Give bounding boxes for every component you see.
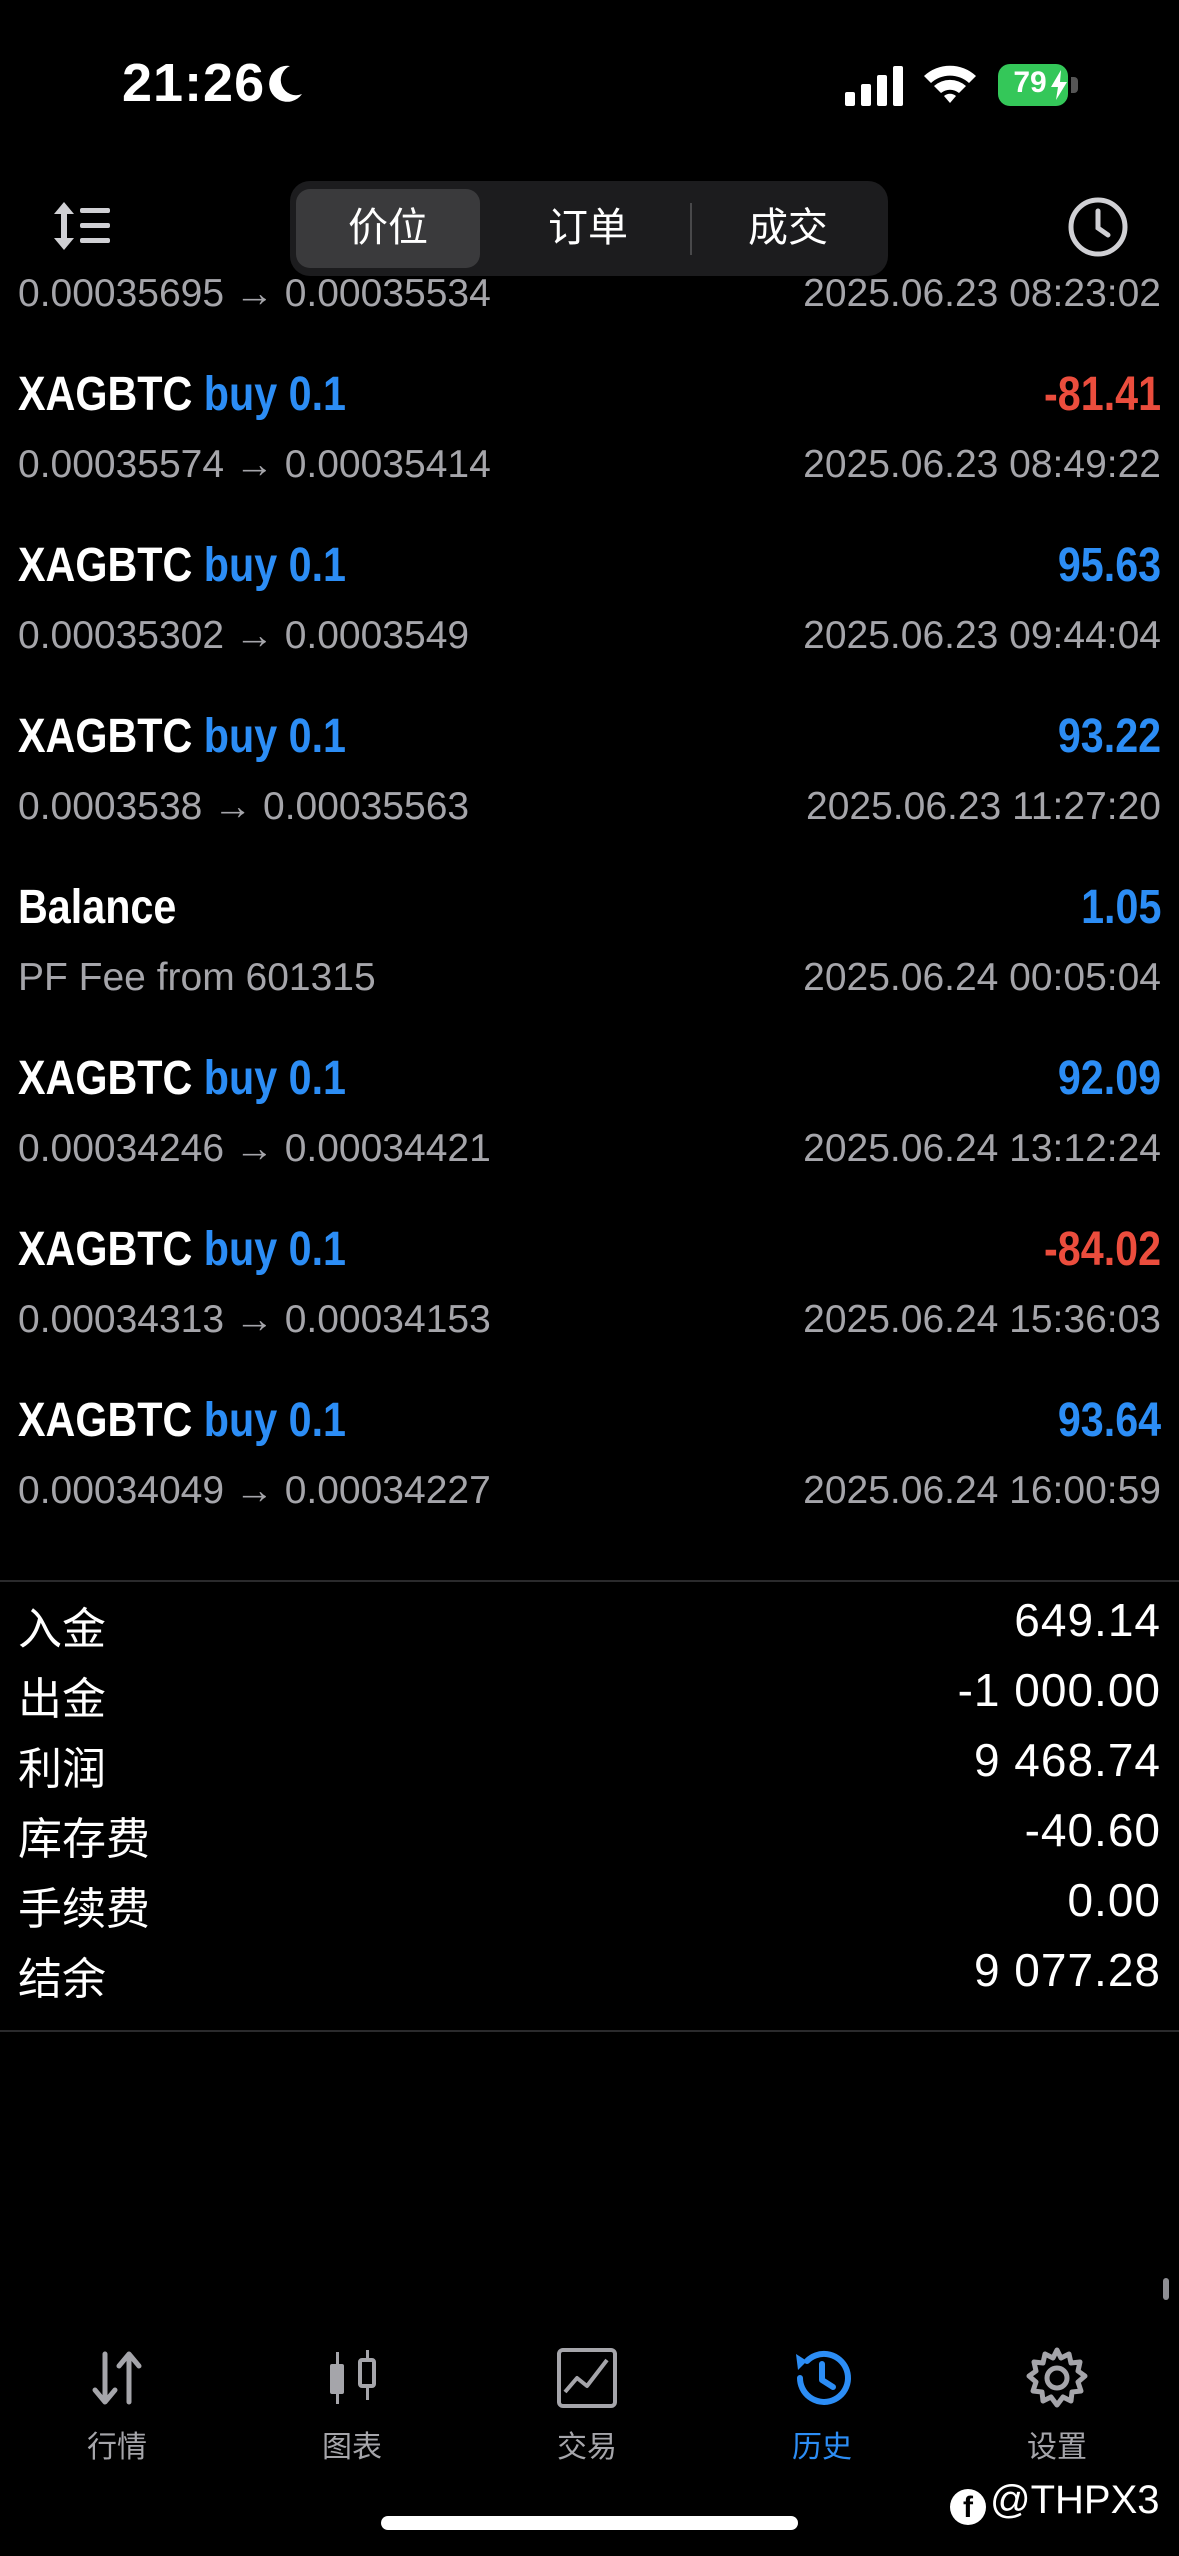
summary-row-profit: 利润 9 468.74 bbox=[0, 1725, 1179, 1795]
tab-chart[interactable]: 图表 bbox=[272, 2334, 432, 2464]
deal-comment: PF Fee from 601315 bbox=[18, 956, 376, 999]
balance-row[interactable]: Balance 1.05 PF Fee from 601315 2025.06.… bbox=[0, 872, 1179, 1043]
trade-chart-icon bbox=[557, 2348, 617, 2408]
deal-prices: 0.00034313 → 0.00034153 bbox=[18, 1298, 491, 1341]
summary-row-commission: 手续费 0.00 bbox=[0, 1865, 1179, 1935]
deal-prices: 0.00034246 → 0.00034421 bbox=[18, 1127, 491, 1170]
segmented-control: 价位 订单 成交 bbox=[290, 181, 888, 276]
facebook-icon: f bbox=[950, 2489, 986, 2525]
deal-direction: buy 0.1 bbox=[203, 368, 347, 421]
segment-positions[interactable]: 价位 bbox=[296, 189, 480, 268]
deal-row[interactable]: XAGBTC buy 0.1 95.63 0.00035302 → 0.0003… bbox=[0, 530, 1179, 701]
candlestick-icon bbox=[330, 2350, 376, 2404]
segment-divider bbox=[690, 203, 692, 255]
deal-prices: 0.00034049 → 0.00034227 bbox=[18, 1469, 491, 1512]
summary-divider-top bbox=[0, 1580, 1179, 1582]
tab-label: 行情 bbox=[87, 2431, 147, 2464]
deal-date: 2025.06.24 15:36:03 bbox=[803, 1298, 1161, 1341]
deal-direction: buy 0.1 bbox=[203, 1223, 347, 1276]
tab-label: 历史 bbox=[792, 2431, 852, 2464]
history-icon bbox=[796, 2350, 851, 2405]
status-time: 21:26 bbox=[122, 53, 266, 113]
watermark: f @THPX3 bbox=[950, 2478, 1160, 2525]
summary-label: 手续费 bbox=[18, 1885, 150, 1934]
summary-value: -40.60 bbox=[1024, 1804, 1161, 1856]
deal-row[interactable]: 0.00035695 → 0.00035534 2025.06.23 08:23… bbox=[0, 270, 1179, 359]
deal-symbol: XAGBTC bbox=[18, 1052, 193, 1105]
deal-symbol: XAGBTC bbox=[18, 539, 193, 592]
summary-label: 结余 bbox=[18, 1955, 106, 2004]
tab-quotes[interactable]: 行情 bbox=[37, 2334, 197, 2464]
summary-row-deposit: 入金 649.14 bbox=[0, 1585, 1179, 1655]
summary-row-balance: 结余 9 077.28 bbox=[0, 1935, 1179, 2005]
tab-label: 设置 bbox=[1027, 2431, 1087, 2464]
cellular-signal-icon bbox=[845, 66, 903, 106]
deal-row[interactable]: XAGBTC buy 0.1 92.09 0.00034246 → 0.0003… bbox=[0, 1043, 1179, 1214]
deal-profit: 1.05 bbox=[1080, 881, 1161, 934]
deal-profit: -81.41 bbox=[1043, 368, 1161, 421]
sort-icon[interactable] bbox=[50, 198, 114, 254]
home-indicator[interactable] bbox=[381, 2516, 798, 2530]
wifi-icon bbox=[924, 65, 976, 103]
summary-label: 入金 bbox=[18, 1605, 106, 1654]
tab-trade[interactable]: 交易 bbox=[507, 2334, 667, 2464]
battery-indicator: 79 bbox=[998, 64, 1080, 108]
deal-date: 2025.06.24 16:00:59 bbox=[803, 1469, 1161, 1512]
gear-icon bbox=[1026, 2347, 1088, 2408]
tab-history[interactable]: 历史 bbox=[742, 2334, 902, 2464]
watermark-text: @THPX3 bbox=[990, 2478, 1160, 2522]
deal-row[interactable]: XAGBTC buy 0.1 -81.41 0.00035574 → 0.000… bbox=[0, 359, 1179, 530]
deal-direction: buy 0.1 bbox=[203, 710, 347, 763]
deal-profit: 95.63 bbox=[1057, 539, 1161, 592]
tab-settings[interactable]: 设置 bbox=[977, 2334, 1137, 2464]
deal-row[interactable]: XAGBTC buy 0.1 93.64 0.00034049 → 0.0003… bbox=[0, 1385, 1179, 1556]
tab-label: 交易 bbox=[557, 2431, 617, 2464]
scroll-indicator[interactable] bbox=[1163, 2278, 1169, 2300]
summary-label: 库存费 bbox=[18, 1815, 150, 1864]
summary-value: 0.00 bbox=[1067, 1874, 1161, 1926]
deal-prices: 0.00035574 → 0.00035414 bbox=[18, 443, 491, 486]
deal-date: 2025.06.23 08:49:22 bbox=[803, 443, 1161, 486]
deal-profit: 93.22 bbox=[1057, 710, 1161, 763]
deal-symbol: XAGBTC bbox=[18, 1223, 193, 1276]
tab-label: 图表 bbox=[322, 2431, 382, 2464]
deal-prices: 0.00035695 → 0.00035534 bbox=[18, 272, 491, 315]
summary-value: 9 077.28 bbox=[973, 1944, 1161, 1996]
summary-label: 利润 bbox=[18, 1745, 106, 1794]
deal-profit: -84.02 bbox=[1043, 1223, 1161, 1276]
summary-value: -1 000.00 bbox=[957, 1664, 1161, 1716]
moon-icon bbox=[269, 65, 302, 102]
deal-symbol: XAGBTC bbox=[18, 1394, 193, 1447]
deal-direction: buy 0.1 bbox=[203, 1052, 347, 1105]
charging-bolt-icon bbox=[1051, 70, 1067, 100]
deal-row[interactable]: XAGBTC buy 0.1 -84.02 0.00034313 → 0.000… bbox=[0, 1214, 1179, 1385]
clock-icon[interactable] bbox=[1066, 195, 1130, 259]
status-bar: 21:26 79 bbox=[0, 0, 1179, 170]
deal-date: 2025.06.24 13:12:24 bbox=[803, 1127, 1161, 1170]
deal-profit: 93.64 bbox=[1057, 1394, 1161, 1447]
summary-divider-bottom bbox=[0, 2030, 1179, 2032]
deals-list: 0.00035695 → 0.00035534 2025.06.23 08:23… bbox=[0, 270, 1179, 1580]
summary-label: 出金 bbox=[18, 1675, 106, 1724]
summary-value: 9 468.74 bbox=[973, 1734, 1161, 1786]
deal-date: 2025.06.24 00:05:04 bbox=[803, 956, 1161, 999]
deal-prices: 0.0003538 → 0.00035563 bbox=[18, 785, 470, 828]
deal-date: 2025.06.23 08:23:02 bbox=[803, 272, 1161, 315]
deal-direction: buy 0.1 bbox=[203, 539, 347, 592]
quotes-arrows-icon bbox=[92, 2351, 142, 2405]
summary-value: 649.14 bbox=[1014, 1594, 1161, 1646]
summary-row-withdrawal: 出金 -1 000.00 bbox=[0, 1655, 1179, 1725]
deal-symbol: XAGBTC bbox=[18, 710, 193, 763]
deal-date: 2025.06.23 09:44:04 bbox=[803, 614, 1161, 657]
deal-symbol: XAGBTC bbox=[18, 368, 193, 421]
deal-row[interactable]: XAGBTC buy 0.1 93.22 0.0003538 → 0.00035… bbox=[0, 701, 1179, 872]
deal-date: 2025.06.23 11:27:20 bbox=[806, 785, 1161, 828]
segment-deals[interactable]: 成交 bbox=[696, 189, 880, 268]
deal-profit: 92.09 bbox=[1057, 1052, 1161, 1105]
summary-row-swap: 库存费 -40.60 bbox=[0, 1795, 1179, 1865]
segment-orders[interactable]: 订单 bbox=[496, 189, 680, 268]
deal-prices: 0.00035302 → 0.0003549 bbox=[18, 614, 470, 657]
deal-direction: buy 0.1 bbox=[203, 1394, 347, 1447]
deal-symbol: Balance bbox=[18, 881, 177, 934]
